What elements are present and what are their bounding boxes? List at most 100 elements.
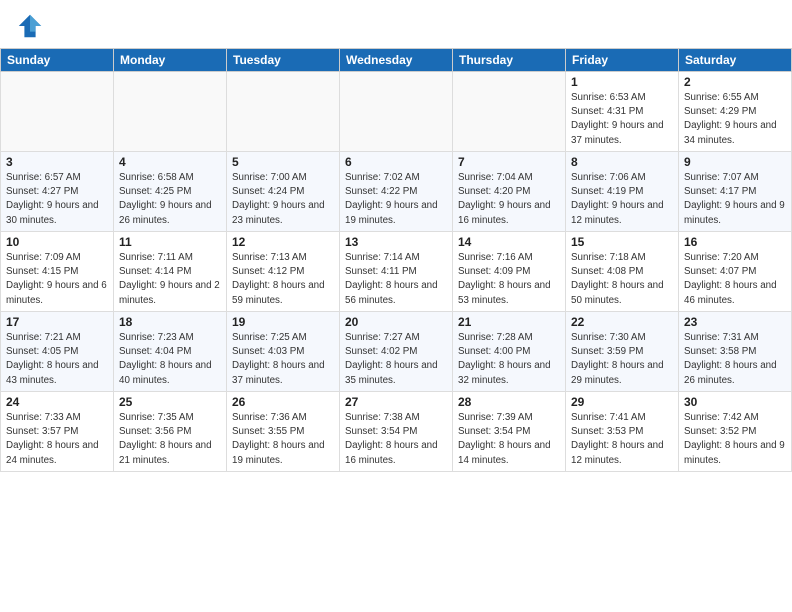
calendar-cell: 23 Sunrise: 7:31 AMSunset: 3:58 PMDayligh…: [679, 312, 792, 392]
day-info: Sunrise: 6:57 AMSunset: 4:27 PMDaylight:…: [6, 171, 108, 228]
week-row-1: 1 Sunrise: 6:53 AMSunset: 4:31 PMDaylight…: [1, 72, 792, 152]
day-number: 2: [684, 75, 786, 89]
day-info: Sunrise: 7:07 AMSunset: 4:17 PMDaylight:…: [684, 171, 786, 228]
weekday-header-wednesday: Wednesday: [340, 49, 453, 72]
day-info: Sunrise: 7:18 AMSunset: 4:08 PMDaylight:…: [571, 251, 673, 308]
day-number: 28: [458, 395, 560, 409]
calendar-cell: 11 Sunrise: 7:11 AMSunset: 4:14 PMDayligh…: [114, 232, 227, 312]
calendar-cell: 15 Sunrise: 7:18 AMSunset: 4:08 PMDayligh…: [566, 232, 679, 312]
day-number: 4: [119, 155, 221, 169]
day-number: 6: [345, 155, 447, 169]
day-number: 10: [6, 235, 108, 249]
day-number: 26: [232, 395, 334, 409]
day-number: 29: [571, 395, 673, 409]
day-number: 30: [684, 395, 786, 409]
calendar-cell: 7 Sunrise: 7:04 AMSunset: 4:20 PMDaylight…: [453, 152, 566, 232]
day-number: 9: [684, 155, 786, 169]
day-number: 15: [571, 235, 673, 249]
weekday-header-friday: Friday: [566, 49, 679, 72]
calendar-cell: 27Sunrise: 7:38 AMSunset: 3:54 PMDayligh…: [340, 392, 453, 472]
day-info: Sunrise: 7:42 AMSunset: 3:52 PMDaylight:…: [684, 411, 786, 468]
day-info: Sunrise: 7:00 AMSunset: 4:24 PMDaylight:…: [232, 171, 334, 228]
calendar-cell: 19 Sunrise: 7:25 AMSunset: 4:03 PMDayligh…: [227, 312, 340, 392]
day-number: 13: [345, 235, 447, 249]
calendar-cell: 10 Sunrise: 7:09 AMSunset: 4:15 PMDayligh…: [1, 232, 114, 312]
day-info: Sunrise: 7:28 AMSunset: 4:00 PMDaylight:…: [458, 331, 560, 388]
calendar-cell: 17 Sunrise: 7:21 AMSunset: 4:05 PMDayligh…: [1, 312, 114, 392]
calendar-cell: 1 Sunrise: 6:53 AMSunset: 4:31 PMDaylight…: [566, 72, 679, 152]
day-info: Sunrise: 7:41 AMSunset: 3:53 PMDaylight:…: [571, 411, 673, 468]
calendar-cell: [453, 72, 566, 152]
day-info: Sunrise: 7:11 AMSunset: 4:14 PMDaylight:…: [119, 251, 221, 308]
logo: [16, 12, 48, 40]
day-number: 23: [684, 315, 786, 329]
day-info: Sunrise: 7:21 AMSunset: 4:05 PMDaylight:…: [6, 331, 108, 388]
weekday-header-sunday: Sunday: [1, 49, 114, 72]
day-info: Sunrise: 7:31 AMSunset: 3:58 PMDaylight:…: [684, 331, 786, 388]
day-info: Sunrise: 7:20 AMSunset: 4:07 PMDaylight:…: [684, 251, 786, 308]
day-number: 17: [6, 315, 108, 329]
calendar-cell: 28Sunrise: 7:39 AMSunset: 3:54 PMDayligh…: [453, 392, 566, 472]
calendar-cell: 30 Sunrise: 7:42 AMSunset: 3:52 PMDayligh…: [679, 392, 792, 472]
logo-icon: [16, 12, 44, 40]
calendar-cell: 21 Sunrise: 7:28 AMSunset: 4:00 PMDayligh…: [453, 312, 566, 392]
day-number: 7: [458, 155, 560, 169]
day-number: 8: [571, 155, 673, 169]
calendar-cell: 22 Sunrise: 7:30 AMSunset: 3:59 PMDayligh…: [566, 312, 679, 392]
day-info: Sunrise: 7:02 AMSunset: 4:22 PMDaylight:…: [345, 171, 447, 228]
day-number: 21: [458, 315, 560, 329]
calendar-cell: 26 Sunrise: 7:36 AMSunset: 3:55 PMDayligh…: [227, 392, 340, 472]
weekday-header-row: SundayMondayTuesdayWednesdayThursdayFrid…: [1, 49, 792, 72]
calendar-cell: 2 Sunrise: 6:55 AMSunset: 4:29 PMDaylight…: [679, 72, 792, 152]
calendar-cell: 4 Sunrise: 6:58 AMSunset: 4:25 PMDaylight…: [114, 152, 227, 232]
day-number: 22: [571, 315, 673, 329]
day-info: Sunrise: 7:38 AMSunset: 3:54 PMDaylight:…: [345, 411, 447, 468]
day-number: 16: [684, 235, 786, 249]
day-info: Sunrise: 6:53 AMSunset: 4:31 PMDaylight:…: [571, 91, 673, 148]
day-number: 3: [6, 155, 108, 169]
day-info: Sunrise: 7:30 AMSunset: 3:59 PMDaylight:…: [571, 331, 673, 388]
day-info: Sunrise: 7:33 AMSunset: 3:57 PMDaylight:…: [6, 411, 108, 468]
calendar-cell: 5 Sunrise: 7:00 AMSunset: 4:24 PMDaylight…: [227, 152, 340, 232]
calendar-cell: 6 Sunrise: 7:02 AMSunset: 4:22 PMDaylight…: [340, 152, 453, 232]
day-info: Sunrise: 7:36 AMSunset: 3:55 PMDaylight:…: [232, 411, 334, 468]
day-info: Sunrise: 7:14 AMSunset: 4:11 PMDaylight:…: [345, 251, 447, 308]
day-number: 12: [232, 235, 334, 249]
calendar-cell: [114, 72, 227, 152]
calendar-cell: 20Sunrise: 7:27 AMSunset: 4:02 PMDayligh…: [340, 312, 453, 392]
calendar: SundayMondayTuesdayWednesdayThursdayFrid…: [0, 48, 792, 472]
weekday-header-monday: Monday: [114, 49, 227, 72]
calendar-cell: [340, 72, 453, 152]
calendar-cell: 13 Sunrise: 7:14 AMSunset: 4:11 PMDayligh…: [340, 232, 453, 312]
calendar-cell: 14Sunrise: 7:16 AMSunset: 4:09 PMDayligh…: [453, 232, 566, 312]
header: [0, 0, 792, 48]
day-info: Sunrise: 7:04 AMSunset: 4:20 PMDaylight:…: [458, 171, 560, 228]
day-info: Sunrise: 7:09 AMSunset: 4:15 PMDaylight:…: [6, 251, 108, 308]
day-number: 11: [119, 235, 221, 249]
day-info: Sunrise: 7:35 AMSunset: 3:56 PMDaylight:…: [119, 411, 221, 468]
week-row-3: 10 Sunrise: 7:09 AMSunset: 4:15 PMDayligh…: [1, 232, 792, 312]
calendar-cell: 12 Sunrise: 7:13 AMSunset: 4:12 PMDayligh…: [227, 232, 340, 312]
day-number: 1: [571, 75, 673, 89]
week-row-5: 24Sunrise: 7:33 AMSunset: 3:57 PMDayligh…: [1, 392, 792, 472]
weekday-header-saturday: Saturday: [679, 49, 792, 72]
day-info: Sunrise: 6:58 AMSunset: 4:25 PMDaylight:…: [119, 171, 221, 228]
calendar-cell: 29 Sunrise: 7:41 AMSunset: 3:53 PMDayligh…: [566, 392, 679, 472]
calendar-cell: 8 Sunrise: 7:06 AMSunset: 4:19 PMDaylight…: [566, 152, 679, 232]
day-number: 14: [458, 235, 560, 249]
day-number: 19: [232, 315, 334, 329]
day-number: 20: [345, 315, 447, 329]
day-info: Sunrise: 7:13 AMSunset: 4:12 PMDaylight:…: [232, 251, 334, 308]
calendar-cell: [1, 72, 114, 152]
calendar-cell: 3 Sunrise: 6:57 AMSunset: 4:27 PMDaylight…: [1, 152, 114, 232]
day-info: Sunrise: 6:55 AMSunset: 4:29 PMDaylight:…: [684, 91, 786, 148]
day-info: Sunrise: 7:06 AMSunset: 4:19 PMDaylight:…: [571, 171, 673, 228]
day-info: Sunrise: 7:23 AMSunset: 4:04 PMDaylight:…: [119, 331, 221, 388]
calendar-cell: 24Sunrise: 7:33 AMSunset: 3:57 PMDayligh…: [1, 392, 114, 472]
week-row-4: 17 Sunrise: 7:21 AMSunset: 4:05 PMDayligh…: [1, 312, 792, 392]
day-info: Sunrise: 7:25 AMSunset: 4:03 PMDaylight:…: [232, 331, 334, 388]
calendar-cell: 9 Sunrise: 7:07 AMSunset: 4:17 PMDaylight…: [679, 152, 792, 232]
day-number: 25: [119, 395, 221, 409]
day-number: 5: [232, 155, 334, 169]
calendar-cell: 25 Sunrise: 7:35 AMSunset: 3:56 PMDayligh…: [114, 392, 227, 472]
